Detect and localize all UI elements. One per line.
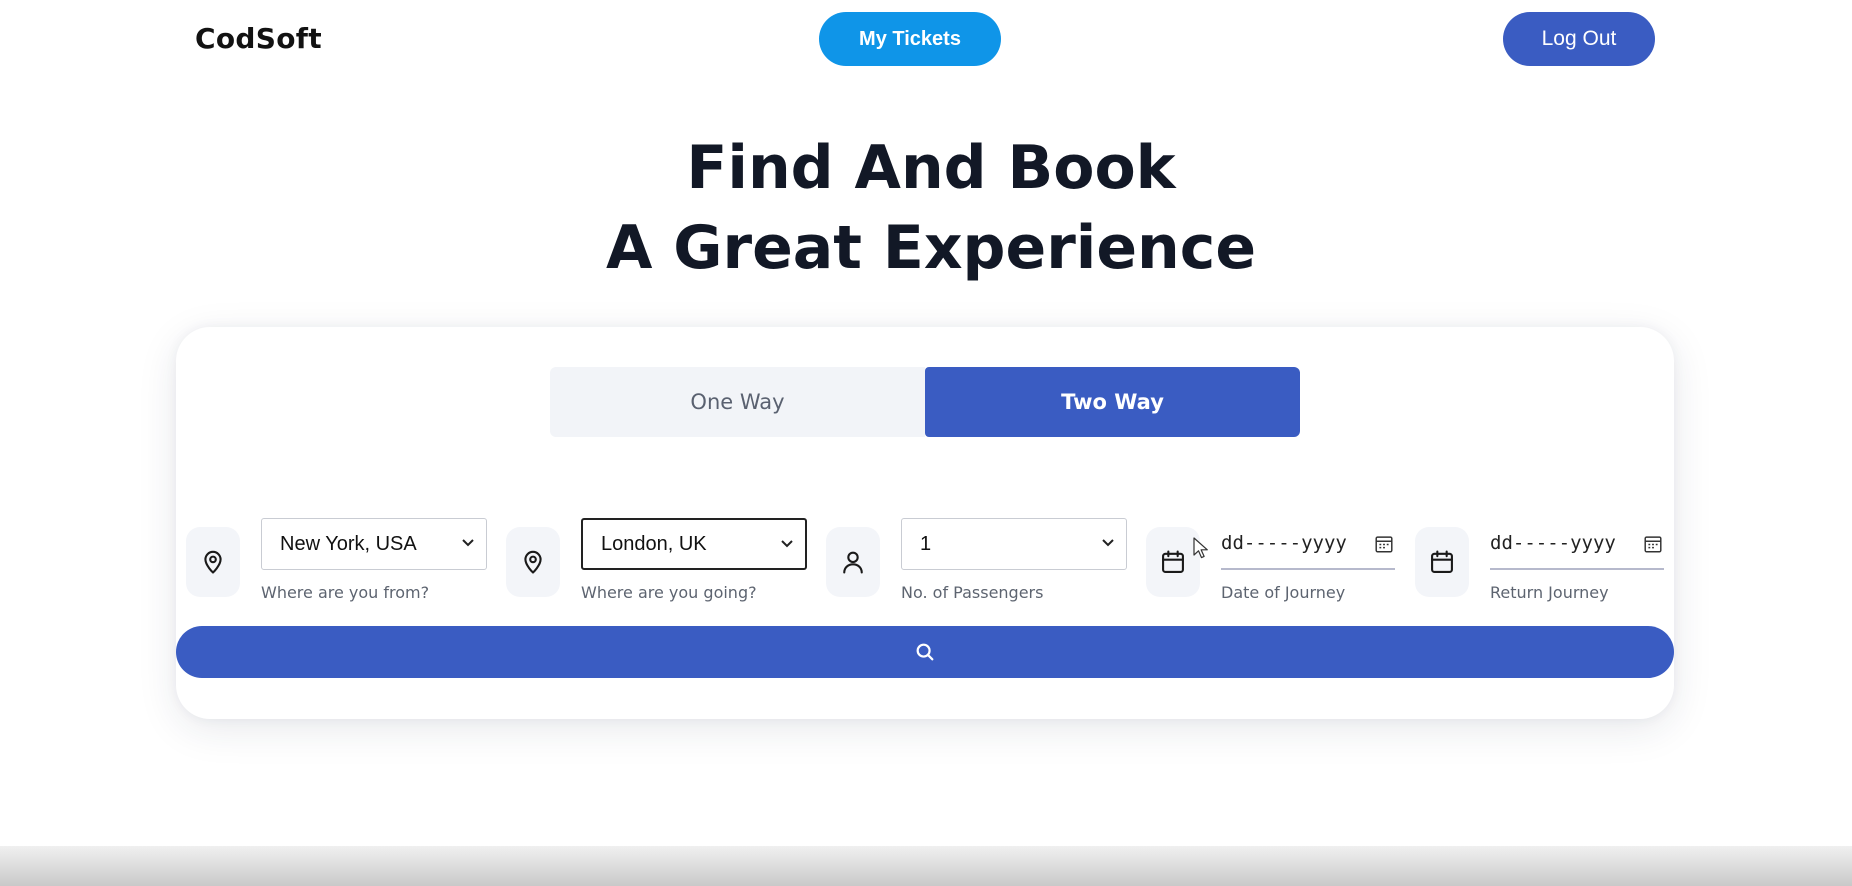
page: CodSoft My Tickets Log Out Find And Book… — [0, 0, 1852, 886]
calendar-icon — [1431, 550, 1453, 573]
location-pin-icon — [524, 550, 542, 574]
hero-title: Find And Book A Great Experience — [0, 128, 1852, 288]
passengers-select-value: 1 — [920, 532, 932, 555]
calendar-icon — [1162, 550, 1184, 573]
passengers-select[interactable]: 1 — [901, 518, 1127, 570]
chevron-down-icon — [781, 540, 793, 548]
hero-line-2: A Great Experience — [605, 213, 1257, 283]
journey-date-placeholder: dd-----yyyy — [1221, 532, 1347, 554]
chevron-down-icon — [1102, 539, 1114, 547]
passengers-hint: No. of Passengers — [901, 583, 1044, 602]
mouse-cursor-icon — [1193, 537, 1208, 559]
from-icon-box — [186, 527, 240, 597]
logo[interactable]: CodSoft — [195, 22, 322, 55]
chevron-down-icon — [462, 539, 474, 547]
two-way-tab[interactable]: Two Way — [925, 367, 1300, 437]
return-date-input[interactable]: dd-----yyyy — [1490, 518, 1664, 570]
trip-type-toggle: One Way Two Way — [550, 367, 1300, 437]
passengers-icon-box — [826, 527, 880, 597]
to-select-value: London, UK — [601, 532, 707, 555]
user-icon — [843, 551, 863, 574]
to-select[interactable]: London, UK — [581, 518, 807, 570]
location-pin-icon — [204, 550, 222, 574]
one-way-tab[interactable]: One Way — [550, 367, 925, 437]
my-tickets-button[interactable]: My Tickets — [819, 12, 1001, 66]
return-date-placeholder: dd-----yyyy — [1490, 532, 1616, 554]
logout-button[interactable]: Log Out — [1503, 12, 1655, 66]
calendar-picker-icon[interactable] — [1642, 533, 1664, 555]
to-hint: Where are you going? — [581, 583, 757, 602]
from-hint: Where are you from? — [261, 583, 430, 602]
journey-date-icon-box — [1146, 527, 1200, 597]
search-icon — [916, 643, 934, 661]
from-select[interactable]: New York, USA — [261, 518, 487, 570]
journey-date-hint: Date of Journey — [1221, 583, 1346, 602]
from-select-value: New York, USA — [280, 532, 417, 555]
to-icon-box — [506, 527, 560, 597]
calendar-picker-icon[interactable] — [1373, 533, 1395, 555]
return-date-icon-box — [1415, 527, 1469, 597]
search-button[interactable] — [176, 626, 1674, 678]
journey-date-input[interactable]: dd-----yyyy — [1221, 518, 1395, 570]
hero-line-1: Find And Book — [686, 133, 1176, 203]
bottom-shadow-strip — [0, 846, 1852, 886]
return-date-hint: Return Journey — [1490, 583, 1609, 602]
